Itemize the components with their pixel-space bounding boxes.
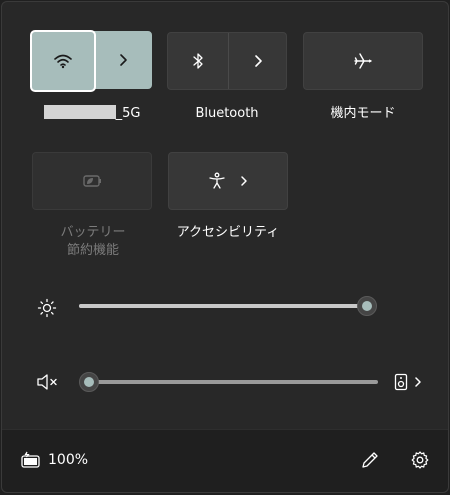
bluetooth-expand-button[interactable] (229, 33, 286, 89)
bluetooth-tile (167, 32, 287, 90)
speaker-muted-icon[interactable] (35, 370, 61, 394)
bluetooth-icon (193, 53, 203, 69)
battery-saver-icon (83, 175, 101, 187)
brightness-slider-track[interactable] (79, 304, 367, 308)
gear-icon (411, 451, 429, 469)
audio-output-button[interactable] (390, 370, 426, 394)
airplane-mode-button[interactable] (303, 32, 423, 90)
chevron-right-icon (415, 377, 421, 387)
brightness-slider-fill (79, 304, 367, 308)
battery-icon (21, 451, 40, 468)
battery-saver-label-line2: 節約機能 (66, 243, 119, 258)
edit-quick-settings-button[interactable] (358, 448, 382, 472)
speaker-device-icon (394, 373, 408, 391)
wifi-label: _5G (30, 105, 154, 123)
battery-saver-label-line1: バッテリー (60, 225, 126, 240)
wifi-icon (32, 32, 94, 90)
bluetooth-toggle-button[interactable] (168, 33, 228, 89)
airplane-icon (354, 53, 372, 69)
volume-slider-track[interactable] (89, 380, 378, 384)
accessibility-button[interactable] (168, 152, 288, 210)
accessibility-icon (209, 172, 225, 189)
redacted-network-name (43, 105, 116, 119)
brightness-slider-thumb[interactable] (357, 296, 377, 316)
battery-saver-button[interactable] (32, 152, 152, 210)
chevron-right-icon (254, 55, 262, 67)
chevron-right-icon (241, 176, 247, 186)
wifi-expand-button[interactable] (94, 32, 151, 88)
battery-status-button[interactable]: 100% (20, 448, 88, 472)
airplane-mode-label: 機内モード (330, 106, 396, 121)
pencil-icon (362, 452, 378, 468)
chevron-right-icon (119, 54, 127, 66)
brightness-icon (35, 296, 59, 320)
accessibility-label: アクセシビリティ (176, 225, 280, 240)
footer-bar: 100% (2, 429, 448, 492)
wifi-tile (30, 30, 152, 92)
settings-button[interactable] (408, 448, 432, 472)
bluetooth-label: Bluetooth (195, 106, 259, 121)
battery-saver-label: バッテリー 節約機能 (31, 224, 155, 260)
wifi-toggle-button[interactable] (30, 30, 96, 92)
battery-percentage: 100% (48, 452, 89, 468)
quick-settings-panel: _5G Bluetooth 機内モード バッテリー 節約機能 アクセシビリティ … (1, 1, 449, 493)
volume-slider-thumb[interactable] (79, 372, 99, 392)
